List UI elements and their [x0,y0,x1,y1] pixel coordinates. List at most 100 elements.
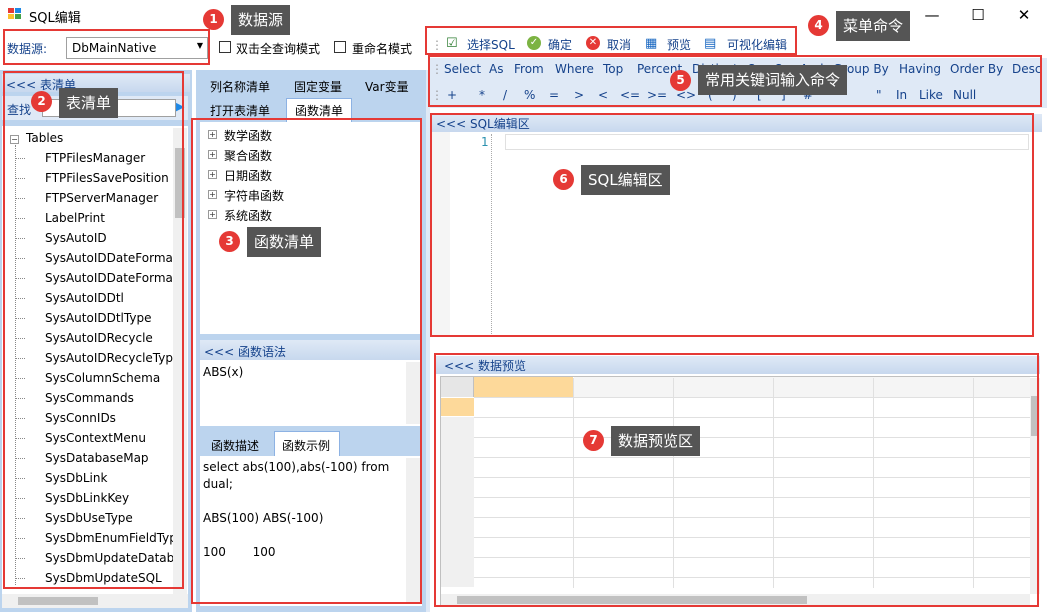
table-list-item[interactable]: SysAutoIDRecycleType [45,351,180,365]
minimize-button[interactable]: — [909,0,955,30]
toolbar-grip[interactable]: ⋮ [431,38,443,52]
table-list-item[interactable]: SysAutoIDRecycle [45,331,153,345]
table-list-item[interactable]: SysDbmUpdateDataba [45,551,182,565]
operator-button[interactable]: Null [953,88,976,102]
keyword-button[interactable]: Order By [950,62,1003,76]
tab-columns[interactable]: 列名称清单 [210,78,270,95]
splitter[interactable] [426,70,430,612]
tree-connector [16,338,25,339]
visual-edit-button[interactable]: 可视化编辑 [727,36,787,53]
table-list-item[interactable]: SysDbmUpdateSQL [45,571,162,585]
select-sql-button[interactable]: 选择SQL [467,36,515,53]
operator-button[interactable]: / [503,88,507,102]
tab-var-vars[interactable]: Var变量 [365,78,409,95]
play-icon[interactable]: ▶ [176,100,184,113]
function-category[interactable]: 字符串函数 [224,187,284,204]
tab-functions-active[interactable]: 函数清单 [286,98,352,122]
keyword-button[interactable]: Desc [1012,62,1041,76]
dblclick-checkbox[interactable] [219,41,231,53]
tab-open-tables[interactable]: 打开表清单 [210,102,270,119]
preview-hscroll-thumb[interactable] [457,596,807,604]
expand-icon[interactable]: + [208,150,217,159]
operator-button[interactable]: = [549,88,559,102]
keyword-button[interactable]: Top [603,62,623,76]
operator-button[interactable]: > [574,88,584,102]
operator-button[interactable]: Like [919,88,943,102]
function-category[interactable]: 日期函数 [224,167,272,184]
tables-hscrollbar[interactable] [2,594,188,608]
table-list-item[interactable]: SysDbUseType [45,511,133,525]
tree-root[interactable]: Tables [26,131,63,145]
table-list-item[interactable]: FTPFilesManager [45,151,145,165]
operator-button[interactable]: >= [647,88,667,102]
table-list-item[interactable]: SysDbmEnumFieldTyp [45,531,177,545]
keyword-button[interactable]: Select [444,62,481,76]
preview-scroll-thumb[interactable] [1031,396,1039,436]
expand-icon[interactable]: + [208,210,217,219]
expand-icon[interactable]: + [208,170,217,179]
cancel-button[interactable]: 取消 [607,36,631,53]
h-scroll-thumb[interactable] [18,597,98,605]
preview-vscrollbar[interactable] [1030,378,1040,594]
syntax-header[interactable]: <<< 函数语法 [200,340,422,360]
keyword-button[interactable]: From [514,62,544,76]
maximize-button[interactable]: ☐ [955,0,1001,30]
collapse-icon[interactable]: − [10,135,19,144]
operator-button[interactable]: " [876,88,882,102]
sql-editor[interactable] [432,132,1042,336]
tab-fixed-vars[interactable]: 固定变量 [294,78,342,95]
table-list-item[interactable]: SysAutoIDDateFormat [45,251,178,265]
table-list-item[interactable]: SysCommands [45,391,134,405]
example-scrollbar[interactable] [406,458,420,604]
operator-button[interactable]: < [598,88,608,102]
table-list-item[interactable]: FTPServerManager [45,191,158,205]
expand-icon[interactable]: + [208,130,217,139]
expand-icon[interactable]: + [208,190,217,199]
table-list-item[interactable]: SysAutoIDDateFormat [45,271,178,285]
function-category[interactable]: 数学函数 [224,127,272,144]
operator-button[interactable]: + [447,88,457,102]
table-list-item[interactable]: SysDbLinkKey [45,491,129,505]
tables-vscrollbar[interactable] [173,128,187,594]
table-list-item[interactable]: SysColumnSchema [45,371,160,385]
keyword-button[interactable]: Having [899,62,941,76]
table-list-item[interactable]: FTPFilesSavePosition [45,171,169,185]
keyword-button[interactable]: Where [555,62,594,76]
table-list-item[interactable]: SysAutoID [45,231,107,245]
syntax-scrollbar[interactable] [406,362,420,424]
sql-editor-header[interactable]: <<< SQL编辑区 [432,114,1042,132]
tab-func-example-active[interactable]: 函数示例 [274,431,340,457]
preview-button[interactable]: 预览 [667,36,691,53]
operator-button[interactable]: <= [620,88,640,102]
tree-connector [16,498,25,499]
operator-grip[interactable]: ⋮ [431,88,443,102]
confirm-button[interactable]: 确定 [548,36,572,53]
table-list-item[interactable]: SysAutoIDDtlType [45,311,151,325]
operator-button[interactable]: * [479,88,485,102]
table-list-item[interactable]: SysConnIDs [45,411,116,425]
datasource-select[interactable]: DbMainNative ▼ [66,37,208,59]
grid-row-line [474,477,1030,478]
table-list-item[interactable]: SysContextMenu [45,431,146,445]
function-category[interactable]: 系统函数 [224,207,272,224]
scroll-thumb[interactable] [175,148,185,218]
operator-button[interactable]: In [896,88,907,102]
badge-2: 2 [31,91,52,112]
keyword-button[interactable]: As [489,62,503,76]
preview-grid[interactable] [440,376,1038,606]
rename-checkbox[interactable] [334,41,346,53]
function-category[interactable]: 聚合函数 [224,147,272,164]
operator-button[interactable]: % [524,88,535,102]
table-list-item[interactable]: LabelPrint [45,211,105,225]
tab-func-desc[interactable]: 函数描述 [211,437,259,454]
preview-hscrollbar[interactable] [441,594,1030,606]
preview-header[interactable]: <<< 数据预览 [436,356,1040,374]
table-list-item[interactable]: SysDatabaseMap [45,451,149,465]
table-list-item[interactable]: SysDbLink [45,471,107,485]
callout-5: 常用关键词输入命令 [698,65,848,95]
search-label[interactable]: 查找 [7,101,31,118]
table-list-item[interactable]: SysAutoIDDtl [45,291,124,305]
visual-edit-icon: ▤ [704,36,717,51]
close-button[interactable]: ✕ [1001,0,1047,30]
keyword-grip[interactable]: ⋮ [431,62,443,76]
